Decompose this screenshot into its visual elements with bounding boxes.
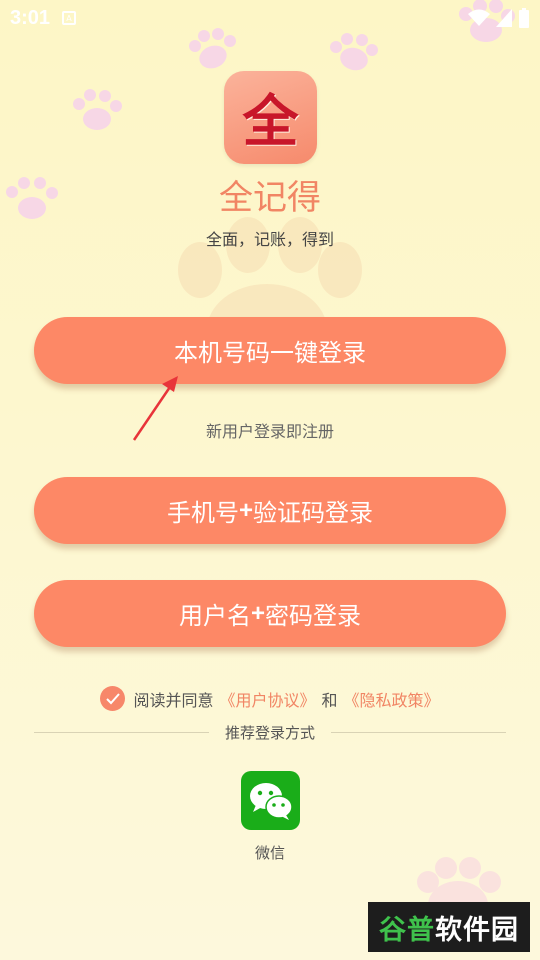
sms-login-prefix: 手机号 bbox=[166, 500, 239, 527]
agreement-prefix: 阅读并同意 bbox=[133, 690, 214, 710]
agreement-and: 和 bbox=[321, 690, 338, 710]
password-login-prefix: 用户名 bbox=[178, 603, 251, 630]
agreement-row: 阅读并同意 《用户协议》 和 《隐私政策》 bbox=[0, 686, 540, 711]
watermark-part1: 谷普 bbox=[379, 914, 435, 946]
password-login-plus: + bbox=[250, 599, 265, 627]
app-name: 全记得 bbox=[219, 178, 321, 218]
password-login-button[interactable]: 用户名 + 密码登录 bbox=[34, 580, 506, 647]
sms-login-plus: + bbox=[238, 496, 253, 524]
divider-line-left bbox=[34, 731, 209, 733]
other-login-title: 推荐登录方式 bbox=[225, 723, 316, 742]
other-login-divider: 推荐登录方式 bbox=[34, 720, 507, 744]
divider-line-right bbox=[331, 731, 507, 733]
privacy-policy-link[interactable]: 《隐私政策》 bbox=[344, 687, 440, 711]
app-logo: 全 bbox=[224, 71, 317, 164]
notification-icon: A bbox=[62, 11, 77, 25]
sms-login-suffix: 验证码登录 bbox=[253, 500, 373, 527]
password-login-suffix: 密码登录 bbox=[265, 603, 361, 630]
wechat-label: 微信 bbox=[254, 844, 285, 862]
user-agreement-link[interactable]: 《用户协议》 bbox=[219, 687, 315, 711]
watermark: 谷普 软件园 bbox=[368, 902, 530, 952]
logo-char: 全 bbox=[242, 89, 299, 155]
status-bar: 3:01 A bbox=[0, 0, 540, 36]
wechat-icon bbox=[249, 782, 293, 820]
sms-login-button[interactable]: 手机号 + 验证码登录 bbox=[34, 477, 506, 544]
check-icon bbox=[106, 692, 120, 704]
app-slogan: 全面，记账，得到 bbox=[205, 230, 334, 249]
one-click-login-label: 本机号码一键登录 bbox=[174, 340, 366, 367]
signal-icon bbox=[496, 9, 512, 27]
wechat-login-button[interactable] bbox=[241, 771, 300, 830]
watermark-part2: 软件园 bbox=[435, 914, 519, 946]
wifi-icon bbox=[468, 9, 490, 26]
one-click-login-button[interactable]: 本机号码一键登录 bbox=[34, 317, 506, 384]
status-time: 3:01 bbox=[10, 6, 51, 29]
battery-icon bbox=[519, 8, 529, 28]
agreement-checkbox[interactable] bbox=[100, 686, 126, 711]
new-user-hint: 新用户登录即注册 bbox=[205, 422, 334, 441]
